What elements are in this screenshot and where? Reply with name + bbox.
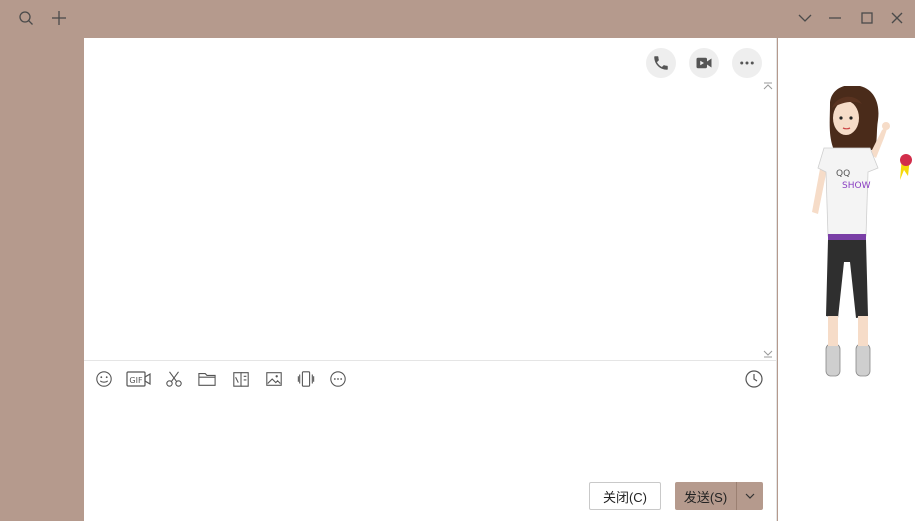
input-toolbar: GIF bbox=[94, 368, 360, 390]
plus-icon[interactable] bbox=[50, 9, 68, 27]
maximize-icon[interactable] bbox=[858, 9, 876, 27]
video-icon[interactable] bbox=[689, 48, 719, 78]
send-button[interactable]: 发送(S) bbox=[675, 482, 763, 510]
close-icon[interactable] bbox=[888, 9, 906, 27]
doc-icon[interactable] bbox=[230, 368, 252, 390]
minimize-icon[interactable] bbox=[826, 9, 844, 27]
phone-icon[interactable] bbox=[646, 48, 676, 78]
emoji-icon[interactable] bbox=[94, 368, 114, 390]
shirt-text-show: SHOW bbox=[842, 181, 871, 191]
close-button-label: 关闭(C) bbox=[602, 489, 648, 505]
chat-panel: GIF 关闭(C) 发送(S) bbox=[84, 38, 777, 521]
call-actions bbox=[646, 48, 762, 78]
chevron-down-icon[interactable] bbox=[796, 9, 814, 27]
message-input[interactable] bbox=[84, 396, 777, 476]
scroll-down-icon[interactable] bbox=[763, 348, 773, 358]
shirt-text-qq: QQ bbox=[836, 169, 850, 179]
search-icon[interactable] bbox=[17, 9, 35, 27]
scissors-icon[interactable] bbox=[164, 368, 184, 390]
svg-text:GIF: GIF bbox=[129, 376, 143, 385]
send-options-chevron-icon[interactable] bbox=[737, 482, 763, 510]
clock-icon[interactable] bbox=[744, 369, 764, 389]
more-circle-icon[interactable] bbox=[328, 368, 348, 390]
left-strip bbox=[0, 38, 84, 521]
input-divider bbox=[84, 360, 777, 361]
send-button-label: 发送(S) bbox=[675, 482, 737, 510]
more-icon[interactable] bbox=[732, 48, 762, 78]
gif-icon[interactable]: GIF bbox=[126, 368, 152, 390]
close-button[interactable]: 关闭(C) bbox=[589, 482, 661, 510]
scroll-up-icon[interactable] bbox=[763, 82, 773, 92]
shake-icon[interactable] bbox=[296, 368, 316, 390]
folder-icon[interactable] bbox=[196, 368, 218, 390]
image-icon[interactable] bbox=[264, 368, 284, 390]
qq-show-avatar: QQ SHOW bbox=[812, 86, 912, 377]
title-bar bbox=[0, 0, 915, 38]
qq-show-panel: QQ SHOW bbox=[778, 38, 915, 521]
